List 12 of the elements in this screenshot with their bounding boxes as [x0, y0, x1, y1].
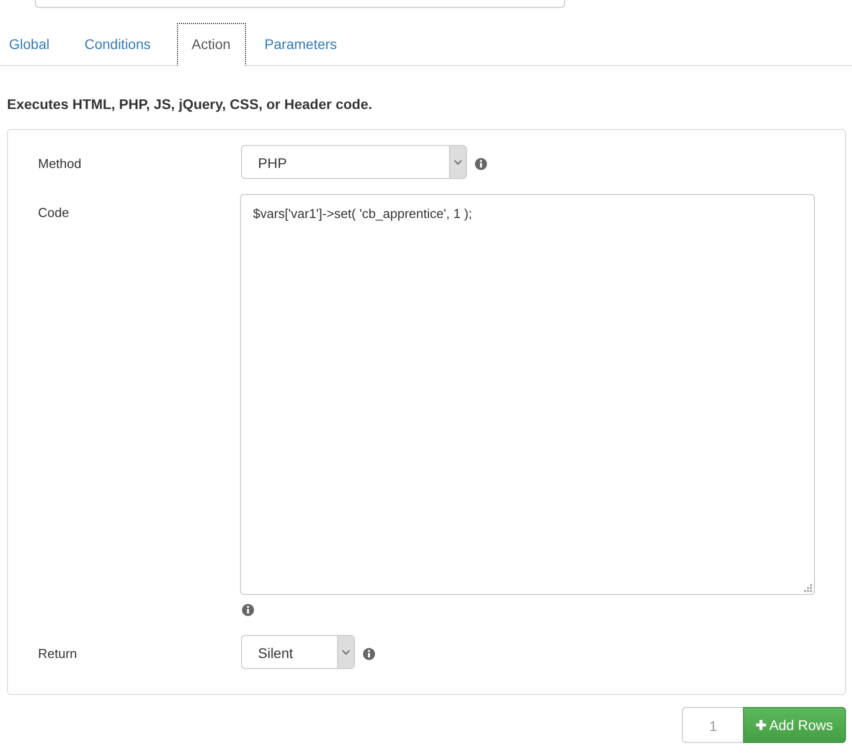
field-label: Method	[38, 155, 82, 173]
tab[interactable]: Conditions	[75, 23, 167, 66]
select-field[interactable]: Silent	[241, 635, 355, 669]
tab[interactable]: Parameters	[256, 23, 353, 66]
tab[interactable]: Global	[0, 23, 66, 66]
code-textarea[interactable]: $vars['var1']->set( 'cb_apprentice', 1 );	[240, 194, 815, 595]
select-field[interactable]: PHP	[241, 145, 467, 179]
add-rows-button[interactable]: Add Rows	[743, 707, 846, 743]
tab[interactable]: Action	[176, 23, 246, 66]
field-label: Return	[38, 645, 78, 663]
field-label: Code	[38, 204, 70, 222]
description-text: Executes HTML, PHP, JS, jQuery, CSS, or Header code.	[7, 95, 374, 114]
